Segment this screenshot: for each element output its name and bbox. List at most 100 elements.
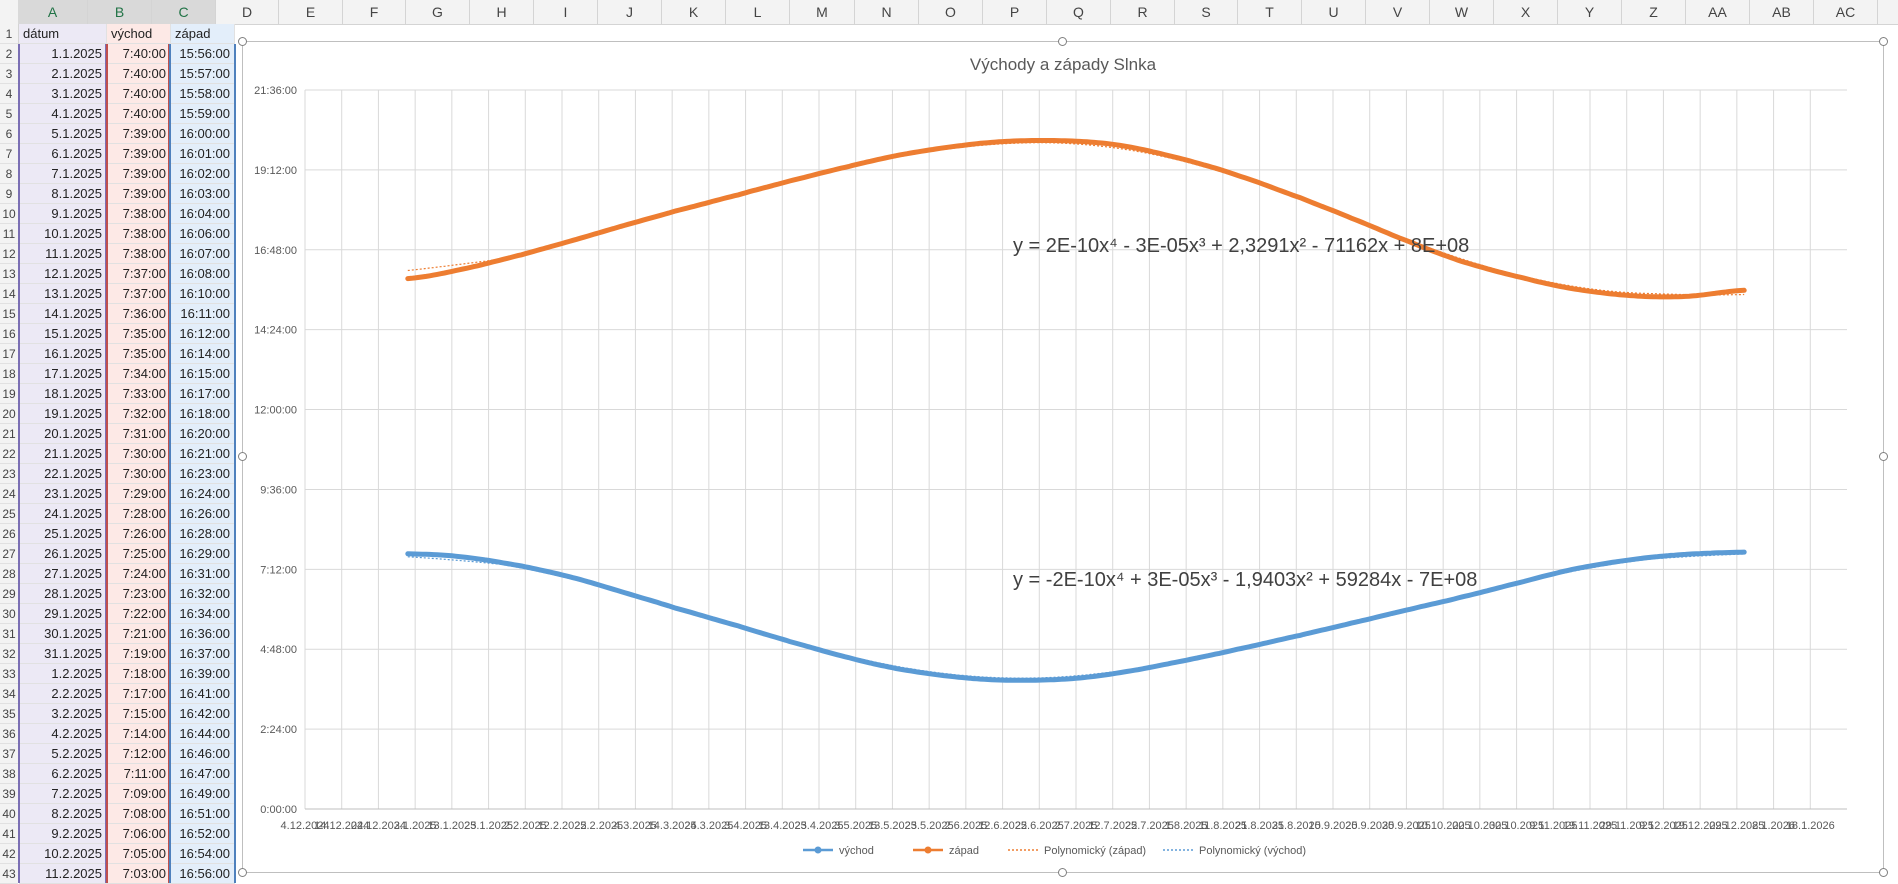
row-header-26[interactable]: 26 [0,524,18,544]
cell-sunset[interactable]: 16:10:00 [171,284,235,304]
cell-sunset[interactable]: 16:42:00 [171,704,235,724]
column-header-ab[interactable]: AB [1750,0,1814,24]
cell-date[interactable]: 21.1.2025 [19,444,107,464]
cell-sunset[interactable]: 16:37:00 [171,644,235,664]
cell-sunrise[interactable]: 7:32:00 [107,404,171,424]
row-header-12[interactable]: 12 [0,244,18,264]
column-header-q[interactable]: Q [1047,0,1111,24]
cell-sunset[interactable]: 16:52:00 [171,824,235,844]
cell-date[interactable]: 22.1.2025 [19,464,107,484]
cell-date[interactable]: 16.1.2025 [19,344,107,364]
cell-date[interactable]: 9.2.2025 [19,824,107,844]
cell-date[interactable]: 8.1.2025 [19,184,107,204]
select-all-corner[interactable] [0,0,19,24]
cell-sunset[interactable]: 16:54:00 [171,844,235,864]
resize-handle-nw[interactable] [238,37,247,46]
row-header-1[interactable]: 1 [0,24,18,44]
cell-sunrise[interactable]: 7:36:00 [107,304,171,324]
row-header-15[interactable]: 15 [0,304,18,324]
cell-sunset[interactable]: 16:17:00 [171,384,235,404]
cell-sunrise[interactable]: 7:24:00 [107,564,171,584]
cell-sunrise[interactable]: 7:26:00 [107,524,171,544]
column-header-u[interactable]: U [1302,0,1366,24]
cell-sunrise[interactable]: 7:23:00 [107,584,171,604]
column-header-t[interactable]: T [1238,0,1302,24]
row-header-17[interactable]: 17 [0,344,18,364]
row-header-31[interactable]: 31 [0,624,18,644]
cell-sunrise[interactable]: 7:30:00 [107,464,171,484]
column-header-p[interactable]: P [983,0,1047,24]
cell-sunrise[interactable]: 7:28:00 [107,504,171,524]
resize-handle-se[interactable] [1879,868,1888,877]
cell-sunset[interactable]: 16:24:00 [171,484,235,504]
cell-sunset[interactable]: 15:57:00 [171,64,235,84]
cell-sunset[interactable]: 16:47:00 [171,764,235,784]
cell-date[interactable]: 5.1.2025 [19,124,107,144]
cell-sunrise[interactable]: 7:25:00 [107,544,171,564]
cell-date[interactable]: 27.1.2025 [19,564,107,584]
cell-sunset[interactable]: 16:23:00 [171,464,235,484]
cell-sunset[interactable]: 16:51:00 [171,804,235,824]
cell-date[interactable]: 1.1.2025 [19,44,107,64]
cell-sunset[interactable]: 16:49:00 [171,784,235,804]
column-header-n[interactable]: N [855,0,919,24]
row-header-25[interactable]: 25 [0,504,18,524]
cell-sunset[interactable]: 16:28:00 [171,524,235,544]
row-header-34[interactable]: 34 [0,684,18,704]
row-header-3[interactable]: 3 [0,64,18,84]
row-header-19[interactable]: 19 [0,384,18,404]
cell-sunset[interactable]: 16:11:00 [171,304,235,324]
cell-sunset[interactable]: 16:08:00 [171,264,235,284]
cell-date[interactable]: 4.1.2025 [19,104,107,124]
row-header-36[interactable]: 36 [0,724,18,744]
column-header-a[interactable]: A [18,0,88,24]
cell-sunrise[interactable]: 7:29:00 [107,484,171,504]
cell-sunset[interactable]: 16:36:00 [171,624,235,644]
row-header-41[interactable]: 41 [0,824,18,844]
cell-sunset[interactable]: 16:31:00 [171,564,235,584]
cell-date[interactable]: 1.2.2025 [19,664,107,684]
row-header-2[interactable]: 2 [0,44,18,64]
column-header-f[interactable]: F [343,0,406,24]
row-header-10[interactable]: 10 [0,204,18,224]
cell-sunset[interactable]: 16:01:00 [171,144,235,164]
row-header-40[interactable]: 40 [0,804,18,824]
row-header-39[interactable]: 39 [0,784,18,804]
column-header-y[interactable]: Y [1558,0,1622,24]
cell-sunset[interactable]: 16:02:00 [171,164,235,184]
cell-date[interactable]: 12.1.2025 [19,264,107,284]
cell-sunrise[interactable]: 7:22:00 [107,604,171,624]
cell-date[interactable]: 23.1.2025 [19,484,107,504]
header-cell-datum[interactable]: dátum [19,24,107,44]
cell-sunset[interactable]: 15:59:00 [171,104,235,124]
column-header-r[interactable]: R [1111,0,1175,24]
cell-sunrise[interactable]: 7:06:00 [107,824,171,844]
cell-sunrise[interactable]: 7:31:00 [107,424,171,444]
cell-sunset[interactable]: 16:46:00 [171,744,235,764]
row-header-29[interactable]: 29 [0,584,18,604]
cell-date[interactable]: 29.1.2025 [19,604,107,624]
cell-sunset[interactable]: 16:41:00 [171,684,235,704]
row-header-38[interactable]: 38 [0,764,18,784]
cell-sunrise[interactable]: 7:05:00 [107,844,171,864]
cell-sunset[interactable]: 16:07:00 [171,244,235,264]
row-header-42[interactable]: 42 [0,844,18,864]
row-header-43[interactable]: 43 [0,864,18,884]
cell-sunset[interactable]: 16:12:00 [171,324,235,344]
column-header-h[interactable]: H [470,0,534,24]
column-header-v[interactable]: V [1366,0,1430,24]
column-header-s[interactable]: S [1175,0,1238,24]
row-header-8[interactable]: 8 [0,164,18,184]
cell-date[interactable]: 10.2.2025 [19,844,107,864]
cell-sunset[interactable]: 16:03:00 [171,184,235,204]
cell-sunset[interactable]: 15:56:00 [171,44,235,64]
cell-date[interactable]: 5.2.2025 [19,744,107,764]
cell-sunset[interactable]: 16:56:00 [171,864,235,884]
cell-sunset[interactable]: 16:32:00 [171,584,235,604]
row-header-32[interactable]: 32 [0,644,18,664]
row-header-9[interactable]: 9 [0,184,18,204]
resize-handle-s[interactable] [1058,868,1067,877]
cell-sunset[interactable]: 16:14:00 [171,344,235,364]
cell-sunrise[interactable]: 7:38:00 [107,224,171,244]
cell-sunrise[interactable]: 7:19:00 [107,644,171,664]
